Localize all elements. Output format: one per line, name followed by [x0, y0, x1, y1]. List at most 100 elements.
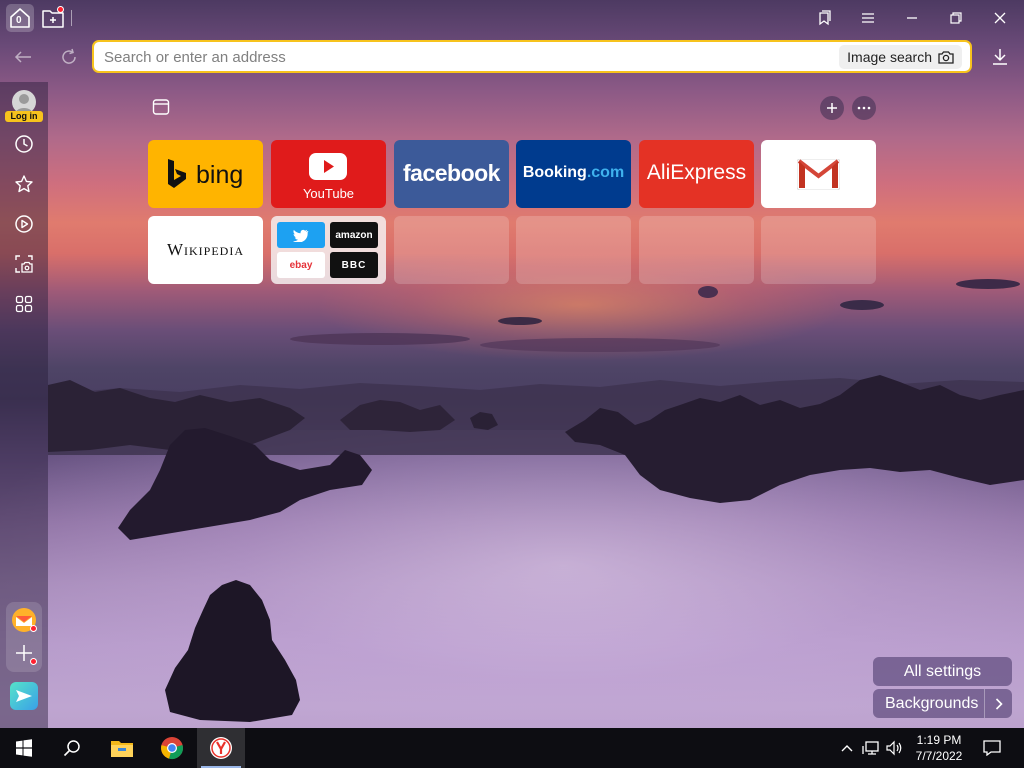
backgrounds-next-button[interactable] — [984, 689, 1012, 718]
twitter-bird-icon — [293, 229, 309, 242]
bing-logo-icon — [168, 159, 186, 188]
tile-label-wikipedia: Wikipedia — [166, 240, 245, 259]
chrome-button[interactable] — [148, 728, 196, 768]
search-icon — [63, 740, 80, 757]
minimize-button[interactable] — [898, 6, 926, 30]
bookmarks-button[interactable] — [810, 6, 838, 30]
taskbar-search-button[interactable] — [48, 728, 96, 768]
notification-dot — [57, 6, 64, 13]
history-icon — [15, 135, 33, 153]
screenshot-icon — [15, 255, 33, 273]
folder-item-ebay: ebay — [277, 252, 325, 278]
add-notification-dot — [30, 658, 37, 665]
back-arrow-icon — [14, 51, 31, 63]
chevron-up-icon — [841, 745, 853, 752]
tile-empty-slot[interactable] — [516, 216, 631, 284]
folder-item-twitter — [277, 222, 325, 248]
bookmarks-icon — [819, 10, 831, 26]
sidebar: Log in — [0, 82, 48, 728]
show-hidden-icons-button[interactable] — [838, 740, 856, 756]
all-settings-button[interactable]: All settings — [873, 657, 1012, 686]
start-button[interactable] — [0, 728, 48, 768]
messenger-button[interactable] — [10, 682, 38, 710]
tile-youtube[interactable]: YouTube — [271, 140, 386, 208]
reload-button[interactable] — [56, 44, 82, 70]
back-button[interactable] — [10, 44, 36, 70]
downloads-button[interactable] — [988, 44, 1012, 70]
window-icon — [152, 99, 170, 115]
mail-notification-dot — [30, 625, 37, 632]
tile-label-bing: bing — [196, 161, 244, 189]
tab-separator — [71, 10, 72, 26]
file-explorer-button[interactable] — [98, 728, 146, 768]
youtube-logo-icon — [309, 153, 347, 180]
image-search-button[interactable]: Image search — [839, 45, 962, 69]
tile-gmail[interactable] — [761, 140, 876, 208]
messenger-icon — [16, 690, 32, 702]
tile-aliexpress[interactable]: AliExpress — [639, 140, 754, 208]
tile-label-booking: Booking.com — [522, 164, 625, 181]
windows-start-icon — [16, 739, 32, 757]
volume-button[interactable] — [886, 740, 904, 756]
gmail-logo-icon — [797, 159, 840, 190]
restore-button[interactable] — [942, 6, 970, 30]
chrome-icon — [161, 737, 183, 759]
tile-facebook[interactable]: facebook — [394, 140, 509, 208]
close-button[interactable] — [986, 6, 1014, 30]
screenshot-button[interactable] — [10, 250, 38, 278]
home-tab[interactable]: 0 — [6, 4, 34, 32]
tile-booking[interactable]: Booking.com — [516, 140, 631, 208]
tabs-view-button[interactable] — [150, 96, 172, 118]
all-settings-label: All settings — [903, 662, 982, 680]
notification-icon — [983, 740, 1001, 756]
tile-label-youtube: YouTube — [302, 186, 355, 201]
history-button[interactable] — [10, 130, 38, 158]
login-button[interactable]: Log in — [5, 111, 43, 122]
apps-button[interactable] — [10, 290, 38, 318]
tile-wikipedia[interactable]: Wikipedia — [148, 216, 263, 284]
favorites-button[interactable] — [10, 170, 38, 198]
action-center-button[interactable] — [982, 740, 1002, 756]
tile-label-facebook: facebook — [403, 160, 500, 186]
network-icon — [862, 741, 879, 755]
menu-button[interactable] — [854, 6, 882, 30]
folder-item-bbc: BBC — [330, 252, 378, 278]
backgrounds-label: Backgrounds — [885, 694, 979, 712]
backgrounds-button[interactable]: Backgrounds — [873, 689, 1012, 718]
clock-date: 7/7/2022 — [915, 749, 963, 763]
add-tile-button[interactable] — [820, 96, 844, 120]
add-button[interactable] — [11, 640, 37, 666]
plus-icon — [827, 103, 837, 113]
system-clock[interactable]: 1:19 PM 7/7/2022 — [912, 732, 966, 764]
video-play-icon — [15, 215, 33, 233]
tile-label-aliexpress: AliExpress — [646, 161, 747, 184]
new-tab-button[interactable] — [40, 4, 66, 32]
taskbar: 1:19 PM 7/7/2022 — [0, 728, 1024, 768]
search-input[interactable] — [104, 47, 824, 67]
tile-folder[interactable]: amazon ebay BBC — [271, 216, 386, 284]
restore-icon — [950, 12, 962, 24]
tile-empty-slot[interactable] — [639, 216, 754, 284]
minimize-icon — [907, 17, 917, 19]
download-icon — [993, 49, 1007, 65]
address-bar: Image search — [92, 40, 972, 73]
tile-empty-slot[interactable] — [761, 216, 876, 284]
network-button[interactable] — [862, 740, 880, 756]
tile-bing[interactable]: bing — [148, 140, 263, 208]
tile-empty-slot[interactable] — [394, 216, 509, 284]
folder-item-amazon: amazon — [330, 222, 378, 248]
more-dots-icon — [857, 106, 871, 110]
yandex-browser-icon — [210, 737, 232, 759]
camera-icon — [938, 51, 954, 64]
yandex-browser-button[interactable] — [197, 728, 245, 768]
apps-grid-icon — [15, 295, 33, 313]
mail-button[interactable] — [11, 607, 37, 633]
reload-icon — [62, 48, 76, 64]
chevron-right-icon — [995, 697, 1003, 710]
video-button[interactable] — [10, 210, 38, 238]
more-options-button[interactable] — [852, 96, 876, 120]
title-bar: 0 — [0, 0, 1024, 36]
file-explorer-icon — [111, 741, 133, 757]
tab-count: 0 — [16, 15, 22, 26]
menu-icon — [862, 13, 874, 23]
